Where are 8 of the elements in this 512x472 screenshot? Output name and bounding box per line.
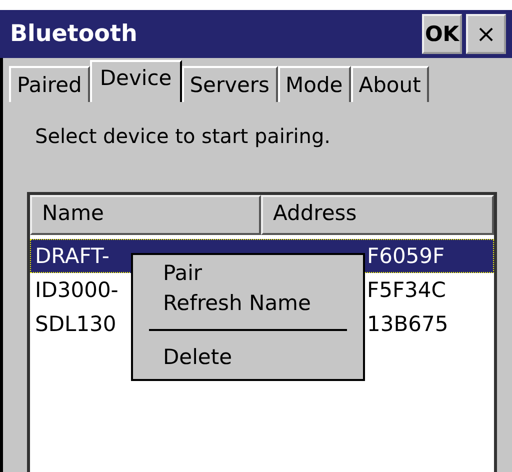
instruction-text: Select device to start pairing. xyxy=(34,123,332,150)
device-name: DRAFT- xyxy=(34,244,110,268)
device-address: 13B675 xyxy=(366,312,448,336)
device-name: SDL130 xyxy=(34,312,118,336)
device-name: ID3000- xyxy=(34,278,120,302)
device-address: F5F34C xyxy=(366,278,446,302)
window-title: Bluetooth xyxy=(10,21,138,47)
device-address: F6059F xyxy=(366,244,445,268)
